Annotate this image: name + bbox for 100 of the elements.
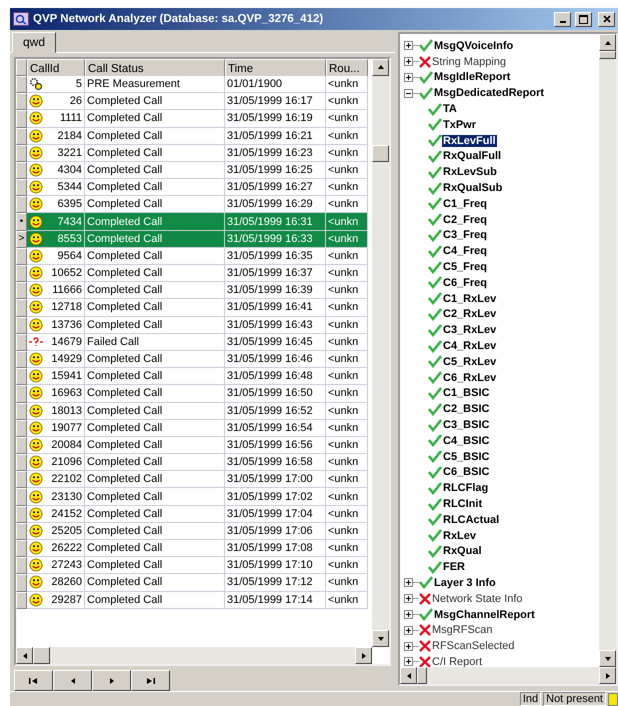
- vertical-scrollbar[interactable]: [599, 34, 616, 667]
- tree-item[interactable]: C2_Freq: [442, 214, 488, 226]
- tree-item[interactable]: C4_RxLev: [442, 340, 498, 352]
- tree-item[interactable]: C6_RxLev: [442, 372, 498, 384]
- row-indicator[interactable]: [16, 265, 27, 282]
- row-indicator[interactable]: [16, 540, 27, 558]
- row-indicator[interactable]: [16, 592, 27, 609]
- previous-record-button[interactable]: [53, 670, 92, 691]
- tree-item[interactable]: C5_Freq: [442, 261, 488, 274]
- row-indicator[interactable]: [16, 385, 27, 402]
- row-indicator[interactable]: [16, 282, 27, 300]
- expand-icon[interactable]: [404, 578, 413, 588]
- column-header[interactable]: Time: [225, 58, 326, 79]
- collapse-icon[interactable]: [404, 88, 413, 98]
- tree-item[interactable]: RFScanSelected: [431, 640, 516, 652]
- tree-item[interactable]: C2_BSIC: [442, 403, 490, 416]
- scroll-down-button[interactable]: [599, 650, 616, 667]
- expand-icon[interactable]: [404, 642, 413, 651]
- column-header[interactable]: Rou...: [326, 58, 368, 79]
- row-indicator[interactable]: [16, 436, 27, 454]
- tree-item[interactable]: TA: [442, 103, 458, 116]
- minimize-button[interactable]: [554, 12, 571, 26]
- row-indicator[interactable]: [16, 574, 27, 592]
- row-indicator[interactable]: [16, 179, 27, 196]
- row-indicator[interactable]: [16, 93, 27, 110]
- scroll-up-button[interactable]: [599, 34, 616, 51]
- tree-item[interactable]: MsgRFScan: [431, 624, 494, 636]
- row-indicator[interactable]: [16, 454, 27, 472]
- tree-item[interactable]: C1_Freq: [442, 198, 488, 210]
- scroll-thumb[interactable]: [372, 144, 389, 162]
- row-indicator[interactable]: •: [16, 213, 27, 231]
- row-indicator[interactable]: [16, 368, 27, 386]
- expand-icon[interactable]: [404, 72, 413, 82]
- tree-item[interactable]: MsgIdleReport: [433, 71, 512, 84]
- tree-item[interactable]: RxQualFull: [442, 150, 502, 162]
- tree-item[interactable]: Layer 3 Info: [433, 576, 497, 589]
- row-indicator[interactable]: [16, 350, 27, 368]
- horizontal-scrollbar[interactable]: [400, 667, 616, 684]
- tree-item[interactable]: Network State Info: [431, 592, 524, 605]
- row-indicator[interactable]: [16, 557, 27, 574]
- tree-item[interactable]: C3_BSIC: [442, 419, 490, 432]
- maximize-button[interactable]: [575, 12, 592, 26]
- tree-item[interactable]: RLCFlag: [442, 482, 490, 494]
- row-indicator[interactable]: [16, 488, 27, 506]
- tree-item[interactable]: C/I Report: [431, 656, 484, 667]
- tree-item[interactable]: C4_Freq: [442, 245, 488, 258]
- tree-item[interactable]: RLCActual: [442, 514, 500, 526]
- row-indicator[interactable]: [16, 162, 27, 180]
- scroll-right-button[interactable]: [355, 647, 372, 664]
- tree-item[interactable]: C2_RxLev: [442, 308, 498, 320]
- tree-item[interactable]: RLCInit: [442, 498, 484, 510]
- tree-item[interactable]: C1_RxLev: [442, 292, 498, 305]
- row-indicator[interactable]: [16, 506, 27, 523]
- tree-item[interactable]: C5_BSIC: [442, 450, 490, 463]
- expand-icon[interactable]: [404, 57, 413, 66]
- scroll-left-button[interactable]: [400, 667, 417, 684]
- row-indicator[interactable]: [16, 144, 27, 162]
- tree-item[interactable]: C3_Freq: [442, 229, 488, 242]
- row-indicator[interactable]: [16, 76, 27, 94]
- tree-item[interactable]: FER: [442, 561, 466, 574]
- tree-item[interactable]: RxQualSub: [442, 182, 504, 194]
- column-header[interactable]: Call Status: [85, 58, 225, 79]
- scroll-thumb[interactable]: [33, 647, 50, 664]
- next-record-button[interactable]: [92, 670, 131, 691]
- expand-icon[interactable]: [404, 626, 413, 635]
- tree-item[interactable]: C6_Freq: [442, 276, 488, 289]
- close-button[interactable]: [598, 12, 615, 26]
- row-indicator[interactable]: [16, 522, 27, 540]
- tree-item[interactable]: RxLevFull: [442, 134, 497, 147]
- row-indicator[interactable]: >: [16, 230, 27, 248]
- tree-item[interactable]: C6_BSIC: [442, 466, 490, 478]
- row-indicator[interactable]: [16, 110, 27, 128]
- tree-item[interactable]: C3_RxLev: [442, 324, 498, 336]
- tree-item[interactable]: C5_RxLev: [442, 356, 498, 368]
- row-indicator[interactable]: [16, 248, 27, 265]
- tree-item[interactable]: TxPwr: [442, 118, 478, 131]
- expand-icon[interactable]: [404, 41, 413, 50]
- expand-icon[interactable]: [404, 657, 413, 666]
- row-indicator[interactable]: [16, 316, 27, 334]
- scroll-up-button[interactable]: [372, 58, 389, 76]
- row-indicator[interactable]: [16, 128, 27, 145]
- column-header[interactable]: CallId: [27, 58, 85, 79]
- tree-item[interactable]: MsgQVoiceInfo: [433, 40, 514, 52]
- scroll-down-button[interactable]: [372, 630, 389, 647]
- vertical-scrollbar[interactable]: [372, 58, 389, 647]
- scroll-thumb[interactable]: [417, 667, 427, 684]
- tree-item[interactable]: MsgDedicatedReport: [433, 87, 546, 100]
- scroll-thumb[interactable]: [599, 51, 616, 59]
- first-record-button[interactable]: [14, 670, 53, 691]
- scroll-left-button[interactable]: [16, 647, 33, 664]
- tree-item[interactable]: MsgChannelReport: [433, 608, 536, 621]
- expand-icon[interactable]: [404, 594, 413, 604]
- row-indicator[interactable]: [16, 196, 27, 214]
- tree-item[interactable]: RxLev: [442, 530, 478, 542]
- row-indicator[interactable]: [16, 402, 27, 420]
- tree-item[interactable]: C4_BSIC: [442, 434, 490, 447]
- row-indicator[interactable]: [16, 420, 27, 437]
- tree-item[interactable]: String Mapping: [431, 56, 507, 68]
- tab[interactable]: qwd: [12, 32, 56, 53]
- row-indicator[interactable]: [16, 299, 27, 317]
